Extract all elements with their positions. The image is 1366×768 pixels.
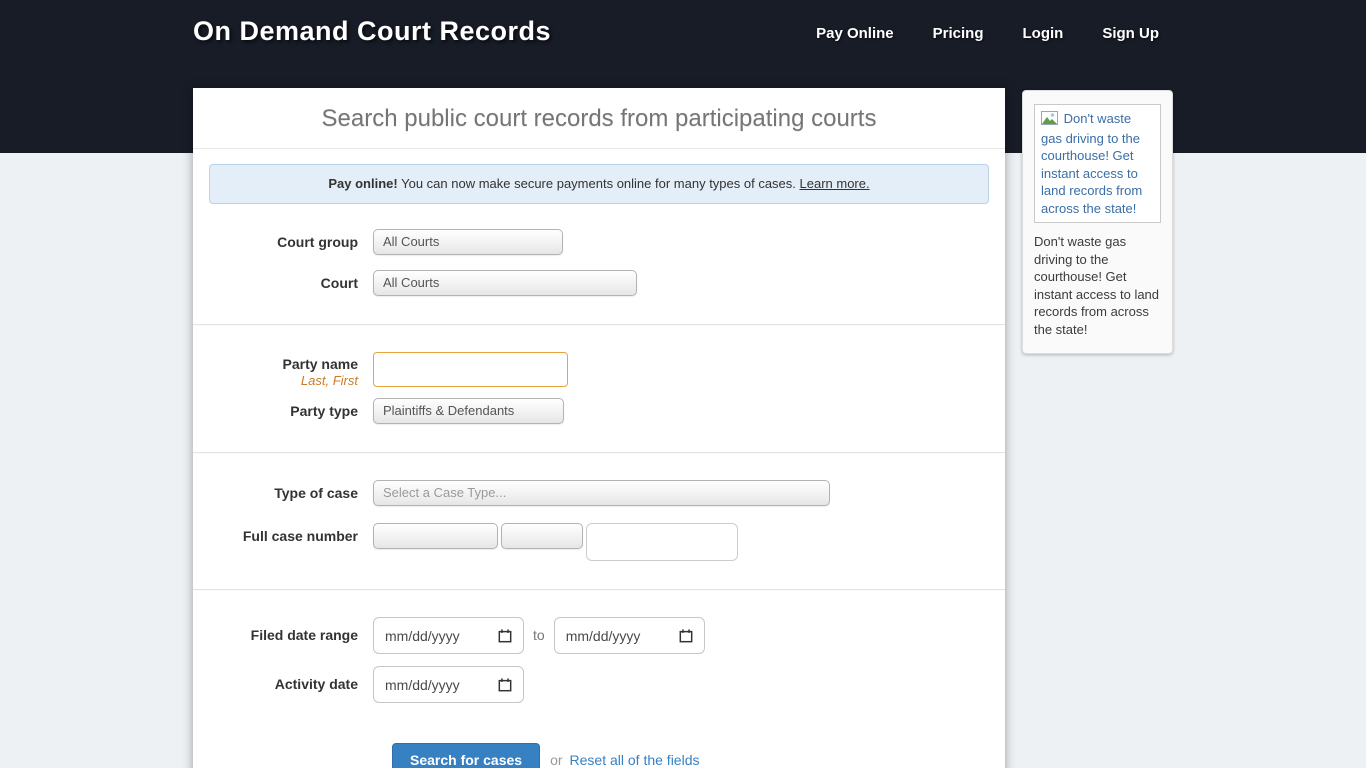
nav-login[interactable]: Login: [1023, 25, 1064, 42]
card-header: Search public court records from partici…: [193, 88, 1005, 149]
activity-date-input[interactable]: mm/dd/yyyy: [373, 666, 524, 703]
land-records-ad-widget: Don't waste gas driving to the courthous…: [1022, 90, 1173, 354]
court-group-select[interactable]: All Courts: [373, 229, 563, 255]
filed-date-from-value: mm/dd/yyyy: [385, 628, 460, 644]
court-select[interactable]: All Courts: [373, 270, 637, 296]
filed-date-row: Filed date range mm/dd/yyyy to mm/dd/yyy…: [209, 617, 989, 654]
site-title[interactable]: On Demand Court Records: [193, 16, 551, 47]
case-number-row: Full case number: [209, 523, 989, 561]
form-actions: Search for cases or Reset all of the fie…: [392, 743, 989, 768]
card-body: Pay online! You can now make secure paym…: [193, 149, 1005, 768]
learn-more-link[interactable]: Learn more.: [800, 176, 870, 191]
search-for-cases-button[interactable]: Search for cases: [392, 743, 540, 768]
banner-text: You can now make secure payments online …: [398, 176, 800, 191]
party-type-label: Party type: [209, 398, 373, 424]
case-type-select[interactable]: Select a Case Type...: [373, 480, 830, 506]
court-group-label: Court group: [209, 229, 373, 255]
ad-broken-image[interactable]: Don't waste gas driving to the courthous…: [1034, 104, 1161, 223]
court-row: Court All Courts: [209, 270, 989, 296]
pay-online-banner: Pay online! You can now make secure paym…: [209, 164, 989, 204]
activity-date-value: mm/dd/yyyy: [385, 677, 460, 693]
nav-pay-online[interactable]: Pay Online: [816, 25, 894, 42]
section-divider: [193, 324, 1005, 326]
party-name-label: Party name: [209, 356, 358, 372]
party-name-row: Party name Last, First: [209, 352, 989, 388]
case-type-row: Type of case Select a Case Type...: [209, 480, 989, 506]
filed-date-to-input[interactable]: mm/dd/yyyy: [554, 617, 705, 654]
party-type-select[interactable]: Plaintiffs & Defendants: [373, 398, 564, 424]
party-name-input[interactable]: [373, 352, 568, 387]
section-divider: [193, 589, 1005, 591]
party-type-row: Party type Plaintiffs & Defendants: [209, 398, 989, 424]
court-group-row: Court group All Courts: [209, 229, 989, 255]
activity-date-label: Activity date: [209, 666, 373, 703]
search-card: Search public court records from partici…: [193, 88, 1005, 768]
case-number-part1-select[interactable]: [373, 523, 498, 549]
activity-date-row: Activity date mm/dd/yyyy: [209, 666, 989, 703]
date-range-separator: to: [533, 617, 545, 654]
nav-sign-up[interactable]: Sign Up: [1102, 25, 1159, 42]
filed-date-label: Filed date range: [209, 617, 373, 654]
page-title: Search public court records from partici…: [203, 105, 995, 133]
top-nav: Pay Online Pricing Login Sign Up: [816, 16, 1173, 42]
case-type-label: Type of case: [209, 480, 373, 506]
or-text: or: [550, 752, 562, 768]
calendar-icon[interactable]: [498, 629, 512, 643]
section-divider: [193, 452, 1005, 454]
case-number-part2-select[interactable]: [501, 523, 583, 549]
nav-pricing[interactable]: Pricing: [933, 25, 984, 42]
header: On Demand Court Records Pay Online Prici…: [193, 0, 1173, 47]
calendar-icon[interactable]: [679, 629, 693, 643]
broken-image-icon: [1041, 113, 1062, 128]
ad-caption: Don't waste gas driving to the courthous…: [1034, 233, 1161, 338]
content: Search public court records from partici…: [193, 88, 1173, 768]
filed-date-to-value: mm/dd/yyyy: [566, 628, 641, 644]
calendar-icon[interactable]: [498, 678, 512, 692]
reset-fields-link[interactable]: Reset all of the fields: [570, 752, 700, 768]
filed-date-from-input[interactable]: mm/dd/yyyy: [373, 617, 524, 654]
court-label: Court: [209, 270, 373, 296]
case-number-label: Full case number: [209, 523, 373, 549]
banner-bold-text: Pay online!: [328, 176, 397, 191]
party-name-hint: Last, First: [209, 373, 358, 388]
case-number-part3-input[interactable]: [586, 523, 738, 561]
